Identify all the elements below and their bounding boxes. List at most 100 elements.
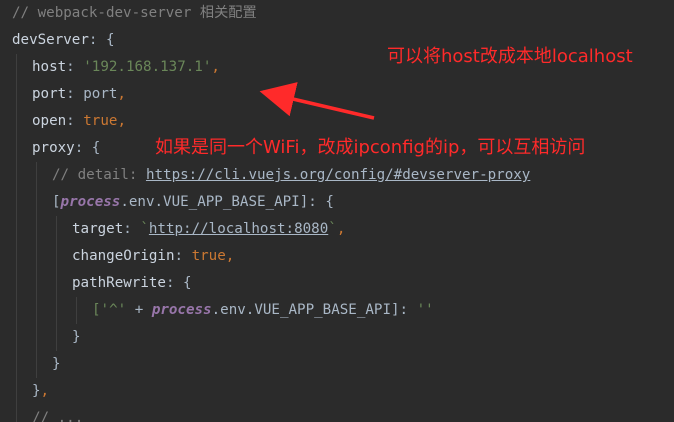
indent-guide — [16, 81, 17, 108]
annotation-host-note: 可以将host改成本地localhost — [387, 46, 633, 67]
indent-guide — [16, 297, 17, 324]
code-token: , — [117, 86, 126, 102]
code-token: + — [134, 302, 152, 318]
indent-guide — [16, 378, 17, 405]
indent-guide — [16, 324, 17, 351]
code-token: , — [225, 248, 235, 264]
code-token: '' — [416, 302, 434, 318]
code-token: open — [32, 113, 67, 129]
code-line-content: } — [72, 324, 81, 351]
indent-guide — [56, 324, 57, 351]
code-token: : — [66, 59, 84, 75]
code-line: // webpack-dev-server 相关配置 — [0, 0, 674, 27]
code-token: , — [117, 113, 126, 129]
code-line-content: target: `http://localhost:8080`, — [72, 216, 345, 243]
indent-guide — [16, 162, 17, 189]
code-token: // webpack-dev-server 相关配置 — [12, 5, 257, 21]
code-token: [ — [52, 194, 61, 210]
code-line-content: ['^' + process.env.VUE_APP_BASE_API]: '' — [92, 297, 434, 324]
indent-guide — [36, 189, 37, 216]
code-token: '192.168.137.1' — [83, 59, 212, 75]
code-token: port — [32, 86, 67, 102]
code-line: [process.env.VUE_APP_BASE_API]: { — [0, 189, 674, 216]
code-line: target: `http://localhost:8080`, — [0, 216, 674, 243]
code-line: } — [0, 324, 674, 351]
indent-guide — [16, 189, 17, 216]
code-token: ` — [328, 221, 337, 237]
code-line-content: [process.env.VUE_APP_BASE_API]: { — [52, 189, 334, 216]
indent-guide — [36, 351, 37, 378]
code-token: target — [72, 221, 124, 237]
code-token: process — [151, 302, 212, 318]
code-token: } — [32, 383, 41, 399]
code-token: // ... — [32, 410, 84, 422]
code-token: process — [60, 194, 121, 210]
indent-guide — [76, 297, 77, 324]
code-token[interactable]: https://cli.vuejs.org/config/#devserver-… — [146, 167, 530, 183]
code-line: }, — [0, 378, 674, 405]
code-token: ` — [140, 221, 149, 237]
code-line-content: host: '192.168.137.1', — [32, 54, 220, 81]
indent-guide — [36, 297, 37, 324]
code-line: port: port, — [0, 81, 674, 108]
code-token: // detail: — [52, 167, 146, 183]
code-token: : { — [165, 275, 192, 291]
code-token: .env.VUE_APP_BASE_API]: — [211, 302, 417, 318]
code-token: changeOrigin — [72, 248, 175, 264]
code-line: open: true, — [0, 108, 674, 135]
code-token: , — [211, 59, 220, 75]
code-line-content: devServer: { — [12, 27, 115, 54]
code-token: : — [123, 221, 141, 237]
code-line-content: }, — [32, 378, 49, 405]
code-line-content: // webpack-dev-server 相关配置 — [12, 0, 257, 27]
code-token: : { — [88, 32, 115, 48]
code-line-content: proxy: { — [32, 135, 100, 162]
indent-guide — [36, 324, 37, 351]
code-line: pathRewrite: { — [0, 270, 674, 297]
indent-guide — [16, 243, 17, 270]
code-token: devServer — [12, 32, 89, 48]
code-token: ['^' — [92, 302, 135, 318]
code-line-content: // detail: https://cli.vuejs.org/config/… — [52, 162, 530, 189]
indent-guide — [56, 270, 57, 297]
indent-guide — [36, 243, 37, 270]
code-editor-screenshot: // webpack-dev-server 相关配置 devServer: {ho… — [0, 0, 674, 422]
code-line-content: // ... — [32, 405, 83, 422]
code-line-content: } — [52, 351, 61, 378]
code-token: , — [336, 221, 346, 237]
code-line-content: pathRewrite: { — [72, 270, 192, 297]
annotation-wifi-note: 如果是同一个WiFi，改成ipconfig的ip，可以互相访问 — [155, 137, 586, 158]
code-line-content: open: true, — [32, 108, 126, 135]
code-token: pathRewrite — [72, 275, 166, 291]
indent-guide — [16, 405, 17, 422]
indent-guide — [16, 216, 17, 243]
code-token: proxy — [32, 140, 75, 156]
code-token: } — [72, 329, 81, 345]
code-line: changeOrigin: true, — [0, 243, 674, 270]
code-line: // ... — [0, 405, 674, 422]
indent-guide — [16, 270, 17, 297]
indent-guide — [36, 216, 37, 243]
code-line-content: port: port, — [32, 81, 126, 108]
indent-guide — [56, 297, 57, 324]
code-token: : port — [66, 86, 118, 102]
code-token: , — [40, 383, 50, 399]
indent-guide — [56, 243, 57, 270]
code-line: } — [0, 351, 674, 378]
indent-guide — [16, 54, 17, 81]
code-token: true — [191, 248, 226, 264]
indent-guide — [16, 135, 17, 162]
code-token: host — [32, 59, 67, 75]
code-token: true — [83, 113, 118, 129]
code-token: } — [52, 356, 61, 372]
code-token: .env.VUE_APP_BASE_API]: { — [120, 194, 334, 210]
code-line: ['^' + process.env.VUE_APP_BASE_API]: '' — [0, 297, 674, 324]
indent-guide — [16, 351, 17, 378]
indent-guide — [56, 216, 57, 243]
indent-guide — [36, 270, 37, 297]
code-token: : — [174, 248, 192, 264]
indent-guide — [16, 108, 17, 135]
code-token[interactable]: http://localhost:8080 — [149, 221, 328, 237]
code-line-content: changeOrigin: true, — [72, 243, 234, 270]
code-token: : — [66, 113, 84, 129]
